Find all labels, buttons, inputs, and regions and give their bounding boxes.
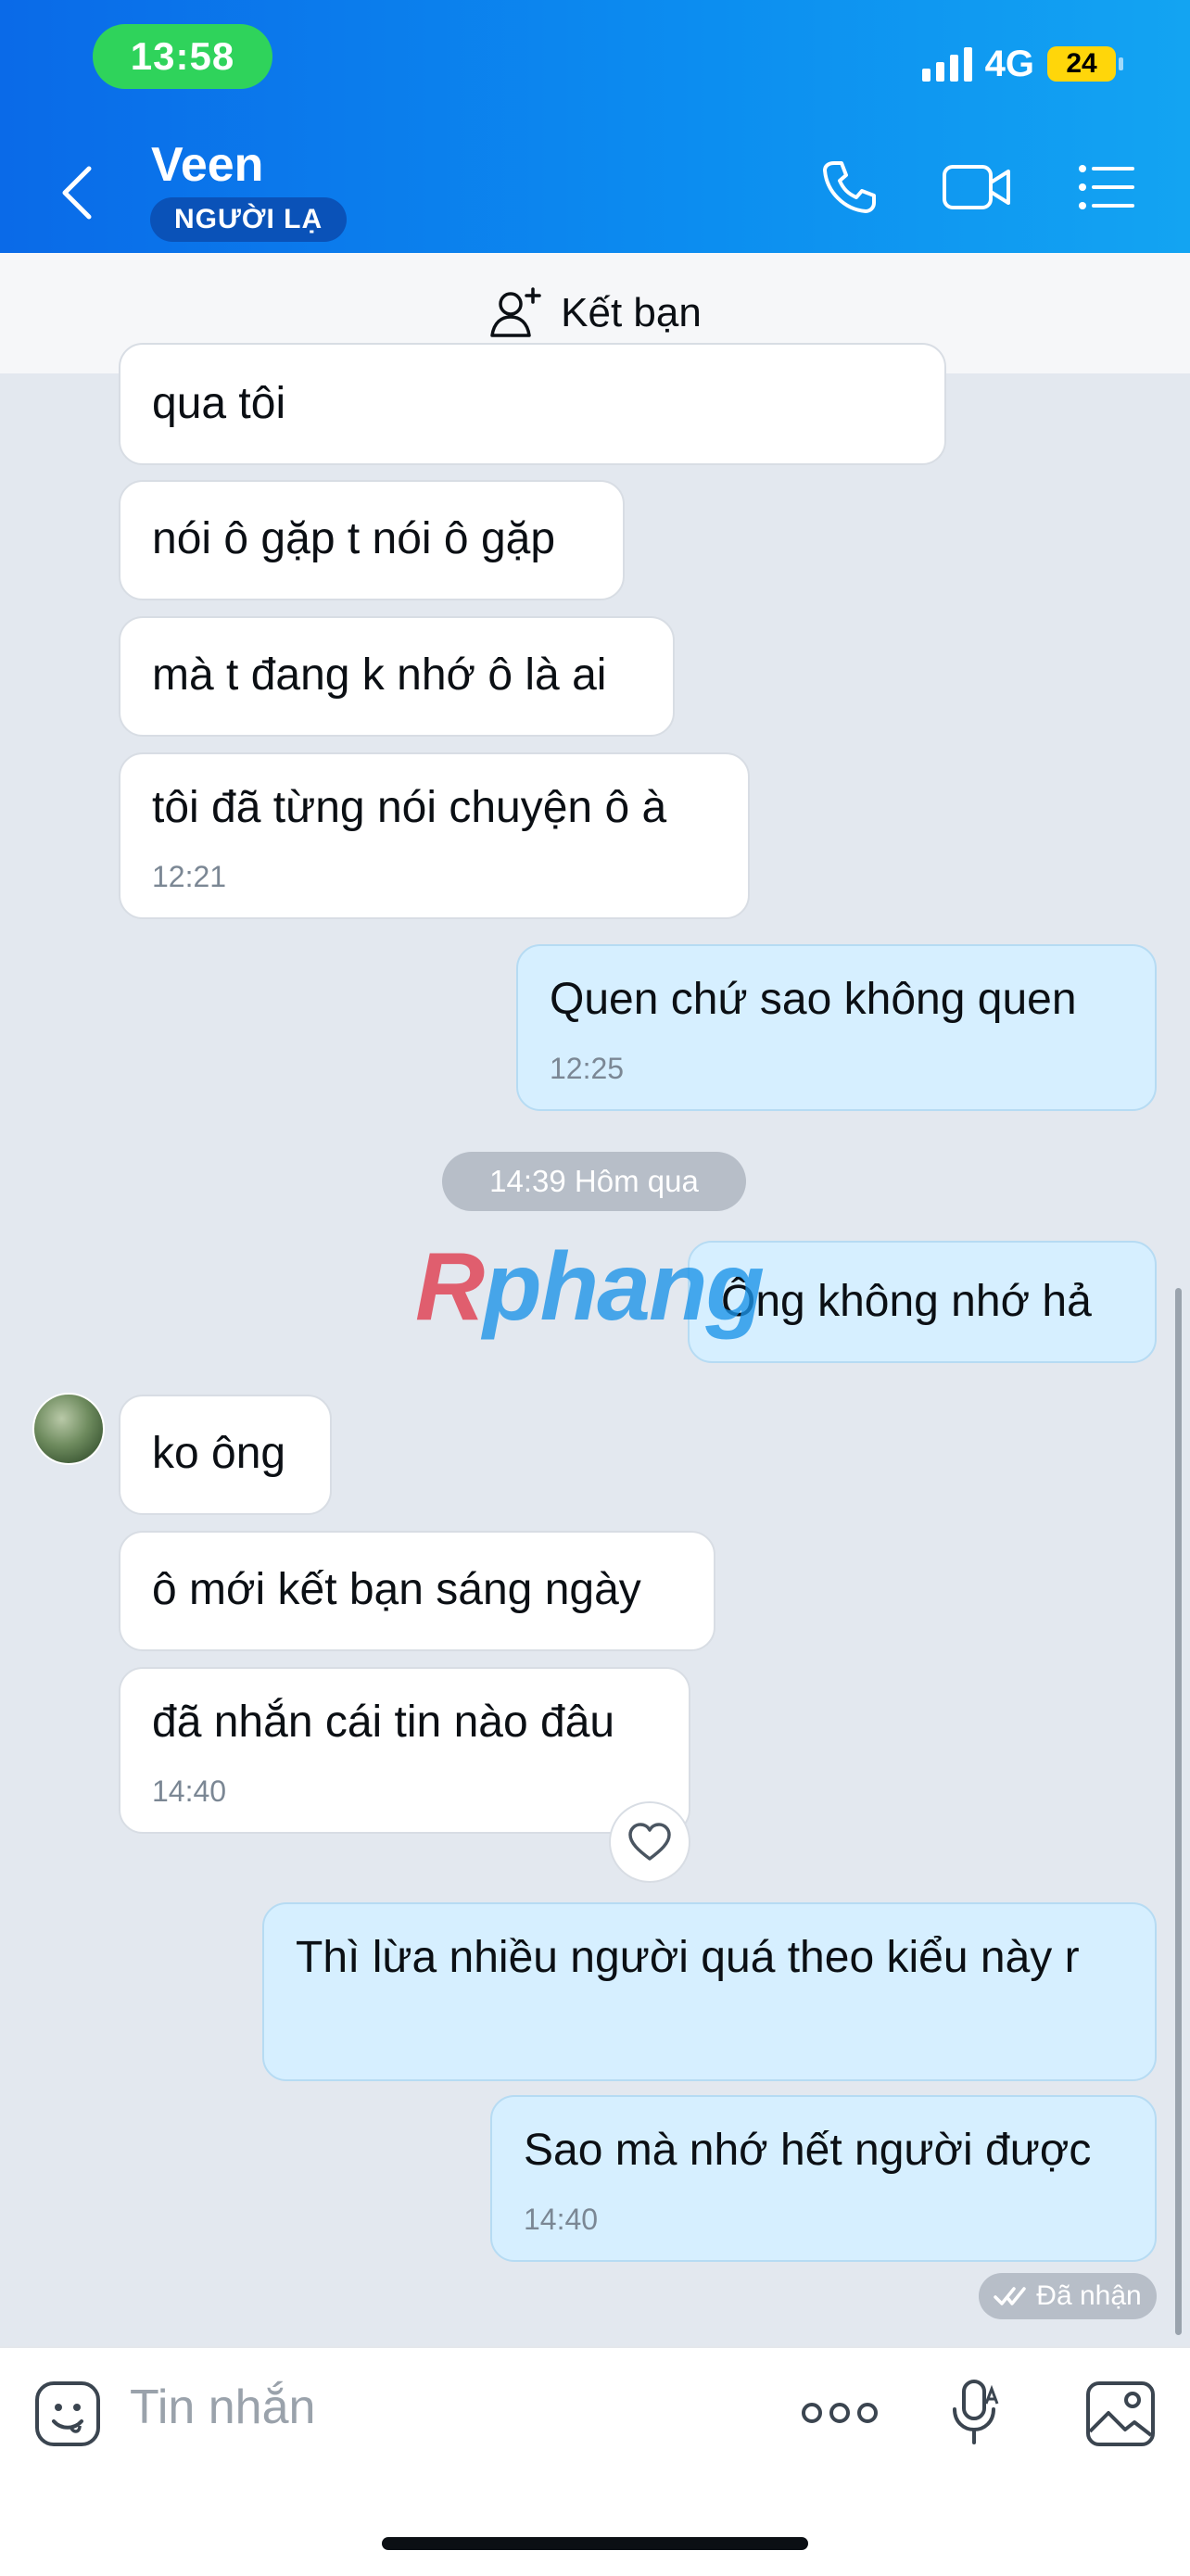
list-menu-icon bbox=[1079, 165, 1134, 209]
emoji-icon bbox=[35, 2381, 100, 2446]
video-camera-icon bbox=[943, 165, 1010, 209]
message-text: Quen chứ sao không quen bbox=[550, 975, 1077, 1024]
react-button[interactable] bbox=[609, 1801, 690, 1883]
video-call-button[interactable] bbox=[942, 158, 1012, 221]
message-text: Sao mà nhớ hết người được bbox=[524, 2126, 1092, 2175]
message-bubble-incoming[interactable]: ô mới kết bạn sáng ngày bbox=[119, 1531, 715, 1651]
chevron-left-icon bbox=[62, 166, 92, 220]
network-type: 4G bbox=[984, 43, 1034, 84]
contact-name[interactable]: Veen bbox=[151, 137, 263, 193]
message-timestamp: 12:21 bbox=[152, 860, 227, 893]
image-icon bbox=[1086, 2381, 1155, 2446]
message-text: Thì lừa nhiều người quá theo kiểu này r bbox=[296, 1933, 1080, 1982]
message-bubble-incoming[interactable]: tôi đã từng nói chuyện ô à 12:21 bbox=[119, 752, 750, 919]
scrollbar[interactable] bbox=[1175, 1288, 1182, 2335]
back-button[interactable] bbox=[56, 165, 102, 221]
message-bubble-incoming[interactable]: nói ô gặp t nói ô gặp bbox=[119, 480, 625, 600]
more-dots-icon bbox=[802, 2403, 878, 2423]
delivery-status-label: Đã nhận bbox=[1036, 2280, 1142, 2311]
options-button[interactable] bbox=[1077, 158, 1136, 221]
message-text: ko ông bbox=[152, 1429, 286, 1478]
message-timestamp: 14:40 bbox=[524, 2203, 599, 2236]
watermark-logo: Rphang bbox=[415, 1233, 765, 1341]
voice-button[interactable] bbox=[947, 2376, 1003, 2455]
add-friend-icon bbox=[490, 287, 541, 337]
add-friend-label: Kết bạn bbox=[561, 290, 702, 335]
message-bubble-outgoing[interactable]: Thì lừa nhiều người quá theo kiểu này r bbox=[262, 1902, 1157, 2081]
message-bubble-outgoing[interactable]: Quen chứ sao không quen 12:25 bbox=[516, 944, 1157, 1111]
more-button[interactable] bbox=[801, 2393, 879, 2438]
message-text: mà t đang k nhớ ô là ai bbox=[152, 650, 607, 700]
contact-avatar[interactable] bbox=[32, 1393, 105, 1465]
signal-icon bbox=[921, 46, 972, 82]
message-bubble-incoming[interactable]: mà t đang k nhớ ô là ai bbox=[119, 616, 675, 737]
chat-header: 13:58 4G 24 Veen NGƯỜI LẠ bbox=[0, 0, 1190, 253]
microphone-icon bbox=[953, 2380, 999, 2444]
message-text: qua tôi bbox=[152, 379, 286, 428]
stranger-badge: NGƯỜI LẠ bbox=[150, 197, 348, 242]
sticker-button[interactable] bbox=[33, 2380, 102, 2453]
message-text: Ông không nhớ hả bbox=[721, 1277, 1092, 1326]
delivery-status: Đã nhận bbox=[979, 2273, 1157, 2319]
message-timestamp: 14:40 bbox=[152, 1774, 227, 1808]
message-bubble-outgoing[interactable]: Sao mà nhớ hết người được 14:40 bbox=[490, 2095, 1157, 2262]
message-bubble-incoming[interactable]: đã nhắn cái tin nào đâu 14:40 bbox=[119, 1667, 690, 1834]
message-bubble-incoming[interactable]: qua tôi bbox=[119, 343, 946, 465]
gallery-button[interactable] bbox=[1084, 2380, 1157, 2453]
home-indicator bbox=[382, 2537, 808, 2550]
status-time: 13:58 bbox=[93, 24, 272, 89]
message-text: nói ô gặp t nói ô gặp bbox=[152, 514, 556, 563]
message-text: ô mới kết bạn sáng ngày bbox=[152, 1565, 641, 1614]
heart-icon bbox=[628, 1823, 671, 1861]
message-input[interactable]: Tin nhắn bbox=[130, 2380, 315, 2435]
call-button[interactable] bbox=[819, 158, 879, 221]
battery-icon: 24 bbox=[1047, 46, 1123, 82]
phone-icon bbox=[823, 161, 876, 213]
double-check-icon bbox=[994, 2287, 1027, 2305]
message-text: tôi đã từng nói chuyện ô à bbox=[152, 783, 667, 832]
message-bubble-incoming[interactable]: ko ông bbox=[119, 1395, 332, 1515]
message-timestamp: 12:25 bbox=[550, 1052, 625, 1085]
message-text: đã nhắn cái tin nào đâu bbox=[152, 1698, 615, 1747]
date-separator: 14:39 Hôm qua bbox=[442, 1152, 746, 1211]
status-indicators: 4G 24 bbox=[921, 41, 1123, 87]
